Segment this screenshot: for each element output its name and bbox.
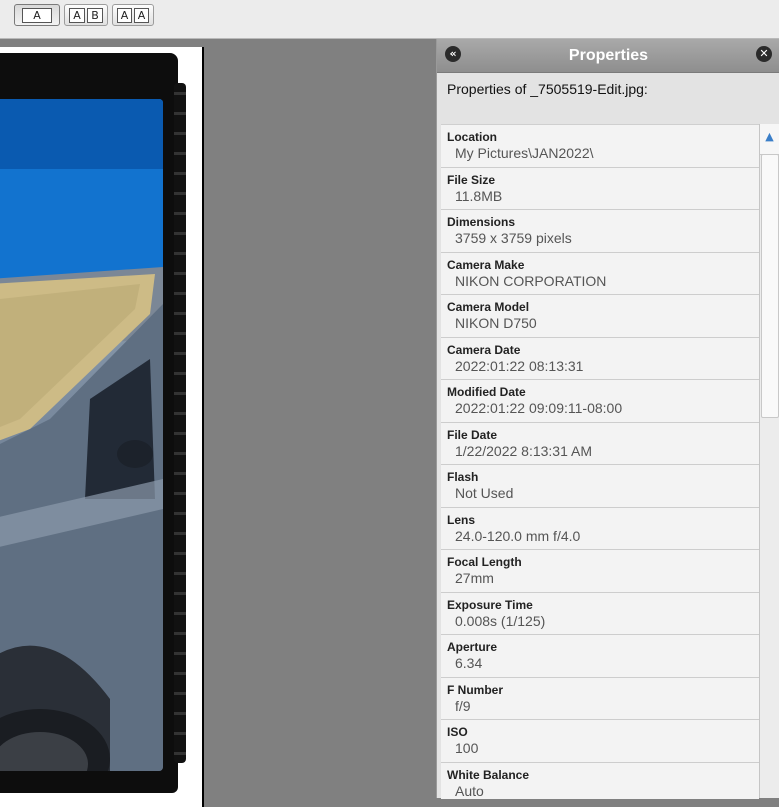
property-label: File Date <box>447 427 498 442</box>
compare-view-button[interactable]: A B <box>64 4 108 26</box>
property-label: Location <box>447 130 497 144</box>
view-mode-toolbar: A A B A A <box>0 0 779 39</box>
property-value: 1/22/2022 8:13:31 AM <box>455 442 592 459</box>
before-after-view-button[interactable]: A A <box>112 4 154 26</box>
property-value: 0.008s (1/125) <box>455 612 546 629</box>
property-value: 24.0-120.0 mm f/4.0 <box>455 527 581 544</box>
photo-frame <box>0 47 204 807</box>
property-row: File Size 11.8MB <box>441 167 759 210</box>
view-cell: A <box>134 7 149 23</box>
photo-preview <box>0 99 163 771</box>
car-photo <box>0 99 163 771</box>
view-cell: A <box>117 7 132 23</box>
property-label: Camera Model <box>447 300 530 314</box>
property-value: 3759 x 3759 pixels <box>455 230 572 246</box>
property-value: Auto <box>455 782 484 799</box>
property-label: F Number <box>447 682 504 697</box>
view-cell: B <box>87 7 103 23</box>
property-row: Lens 24.0-120.0 mm f/4.0 <box>441 507 759 550</box>
property-value: 27mm <box>455 570 494 586</box>
property-value: My Pictures\JAN2022\ <box>455 145 594 161</box>
panel-title: Properties <box>568 47 649 64</box>
property-value: f/9 <box>455 697 471 714</box>
property-row: Exposure Time 0.008s (1/125) <box>441 592 759 635</box>
property-row: Location My Pictures\JAN2022\ <box>441 125 759 168</box>
properties-subtitle: Properties of _7505519-Edit.jpg: <box>447 81 648 97</box>
chevron-up-icon[interactable]: ▲ <box>760 124 779 155</box>
property-label: Exposure Time <box>447 597 533 612</box>
property-row: File Date 1/22/2022 8:13:31 AM <box>441 422 759 465</box>
property-value: NIKON CORPORATION <box>455 272 607 289</box>
property-row: Camera Make NIKON CORPORATION <box>441 252 759 295</box>
close-icon[interactable]: ✕ <box>756 46 772 62</box>
property-label: Focal Length <box>447 555 522 569</box>
property-label: Lens <box>447 512 476 527</box>
property-label: Modified Date <box>447 385 526 399</box>
property-row: F Number f/9 <box>441 677 759 720</box>
single-view-button[interactable]: A <box>14 4 60 26</box>
property-value: 6.34 <box>455 655 483 671</box>
property-label: Camera Make <box>447 257 525 272</box>
property-value: NIKON D750 <box>455 315 537 331</box>
property-value: 2022:01:22 09:09:11-08:00 <box>455 400 623 416</box>
property-label: Camera Date <box>447 342 521 357</box>
panel-header: « Properties ✕ <box>437 39 779 73</box>
property-value: 100 <box>455 740 479 756</box>
property-row: Camera Date 2022:01:22 08:13:31 <box>441 337 759 380</box>
property-row: Camera Model NIKON D750 <box>441 295 759 338</box>
property-value: 11.8MB <box>455 187 503 204</box>
property-label: File Size <box>447 172 496 187</box>
property-label: Aperture <box>447 640 498 654</box>
property-row: Dimensions 3759 x 3759 pixels <box>441 210 759 253</box>
property-row: Aperture 6.34 <box>441 635 759 678</box>
property-label: ISO <box>447 725 468 739</box>
view-cell: A <box>69 7 85 23</box>
property-value: 2022:01:22 08:13:31 <box>455 357 584 374</box>
scrollbar-thumb[interactable] <box>761 154 779 418</box>
properties-list[interactable]: Location My Pictures\JAN2022\ File Size 11.… <box>441 124 759 799</box>
property-label: Flash <box>447 470 479 484</box>
photo-viewer[interactable] <box>0 39 435 807</box>
properties-scrollbar[interactable]: ▲ <box>759 124 779 798</box>
property-row: White Balance Auto <box>441 762 759 799</box>
property-row: Flash Not Used <box>441 465 759 508</box>
property-row: Focal Length 27mm <box>441 550 759 593</box>
view-cell: A <box>22 7 52 23</box>
photo-border <box>0 53 186 793</box>
property-row: Modified Date 2022:01:22 09:09:11-08:00 <box>441 380 759 423</box>
property-value: Not Used <box>455 485 514 501</box>
properties-panel: « Properties ✕ Properties of _7505519-Ed… <box>436 39 779 799</box>
property-row: ISO 100 <box>441 720 759 763</box>
property-label: White Balance <box>447 767 530 782</box>
property-label: Dimensions <box>447 215 516 229</box>
